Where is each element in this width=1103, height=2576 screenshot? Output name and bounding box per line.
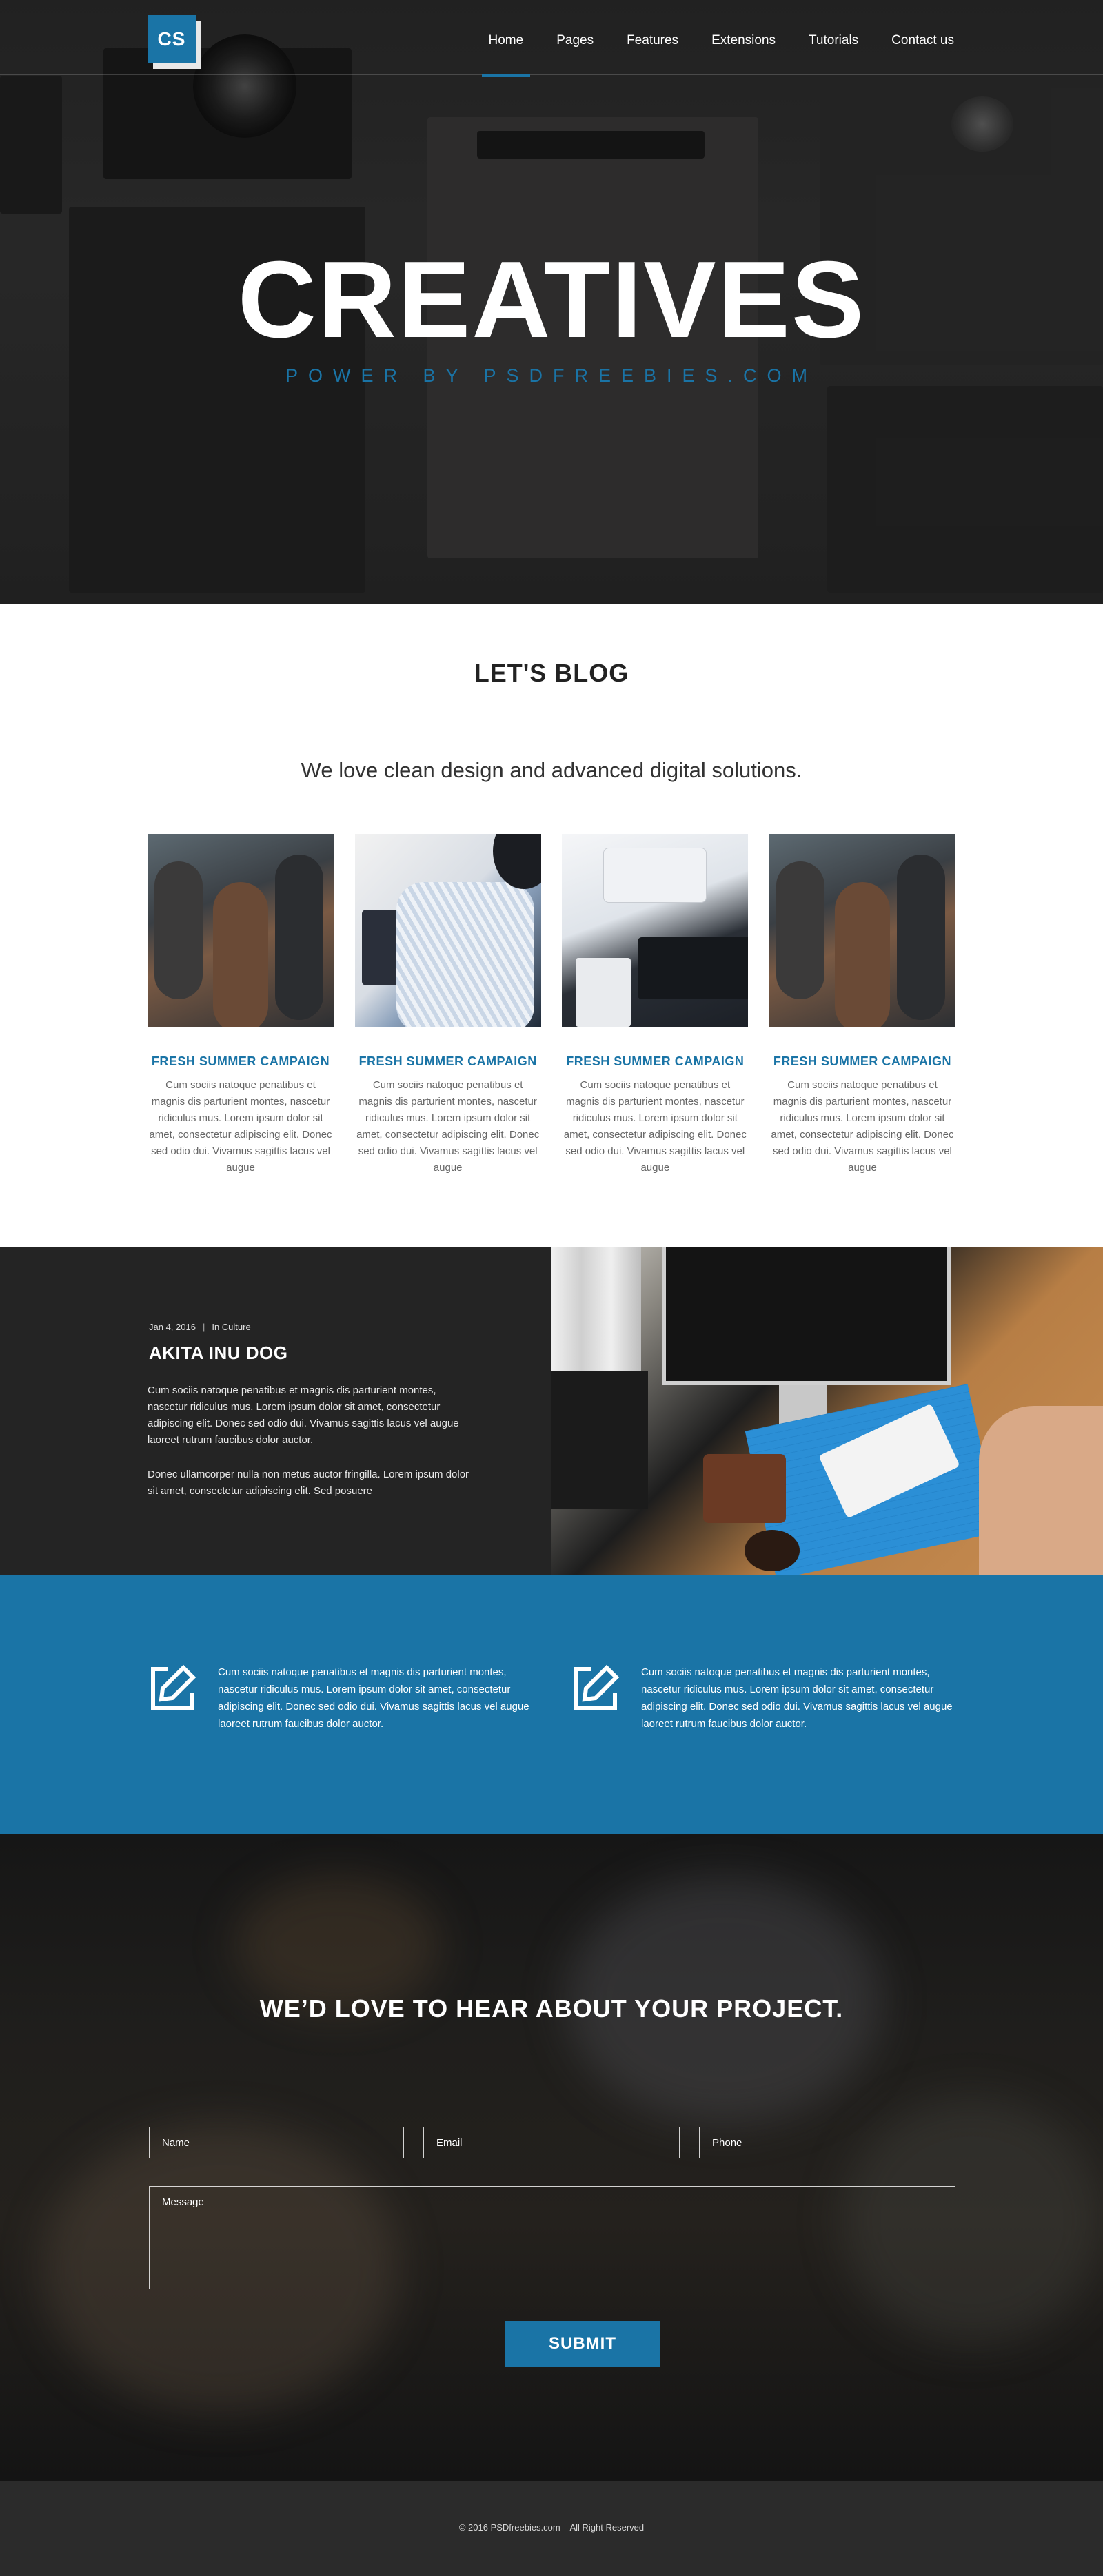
service-text: Cum sociis natoque penatibus et magnis d… [218,1666,529,1730]
site-logo[interactable]: CS [148,15,196,63]
post-date: Jan 4, 2016 [149,1322,196,1332]
card-text: Cum sociis natoque penatibus et magnis d… [771,1079,954,1174]
photo-person [213,882,268,1027]
photo-curtain [552,1247,641,1371]
services-band: Cum sociis natoque penatibus et magnis d… [0,1575,1103,1834]
workspace-photo [552,1247,1103,1575]
service-item: Cum sociis natoque penatibus et magnis d… [571,1664,958,1732]
post-title[interactable]: AKITA INU DOG [149,1342,288,1364]
card-text: Cum sociis natoque penatibus et magnis d… [563,1079,747,1174]
service-item: Cum sociis natoque penatibus et magnis d… [148,1664,535,1732]
photo-hand [979,1406,1103,1575]
phone-field[interactable] [699,2127,955,2158]
blog-tagline: We love clean design and advanced digita… [301,758,802,782]
photo-keyboard [603,848,707,903]
team-photo[interactable] [148,834,334,1027]
meta-separator: | [202,1322,205,1332]
photo-mug [745,1530,800,1571]
edit-icon [574,1664,620,1710]
hero-title: CREATIVES [237,239,866,360]
card-text: Cum sociis natoque penatibus et magnis d… [356,1079,540,1174]
service-text: Cum sociis natoque penatibus et magnis d… [641,1666,953,1730]
photo-black-keyboard [638,937,749,999]
photo-head [492,834,541,889]
photo-shirt [396,882,534,1027]
feature-section: Jan 4, 2016 | In Culture AKITA INU DOG Cum… [0,1247,1103,1575]
message-field[interactable] [149,2186,955,2289]
photo-notebook [703,1454,786,1523]
main-nav: Home Pages Features Extensions Tutorials… [456,25,954,77]
photo-person [275,855,323,1020]
photo-person [834,882,890,1027]
contact-title: WE’D LOVE TO HEAR ABOUT YOUR PROJECT. [259,1994,844,2023]
card-text: Cum sociis natoque penatibus et magnis d… [149,1079,332,1174]
blog-card[interactable]: FRESH SUMMER CAMPAIGN Cum sociis natoque… [562,834,749,1176]
tablet-photo[interactable] [354,834,541,1027]
card-title[interactable]: FRESH SUMMER CAMPAIGN [562,1054,748,1069]
blog-title: LET'S BLOG [474,659,629,687]
post-paragraph: Cum sociis natoque penatibus et magnis d… [148,1384,459,1446]
contact-section: WE’D LOVE TO HEAR ABOUT YOUR PROJECT. SU… [0,1834,1103,2481]
post-meta: Jan 4, 2016 | In Culture [149,1322,251,1332]
photo-monitor [662,1247,951,1385]
copyright-text: © 2016 PSDfreebies.com – All Right Reser… [458,2522,645,2533]
blog-card[interactable]: FRESH SUMMER CAMPAIGN Cum sociis natoque… [354,834,541,1176]
nav-divider [0,74,1103,75]
post-category[interactable]: In Culture [212,1322,250,1332]
hero-section: CS Home Pages Features Extensions Tutori… [0,0,1103,604]
card-title[interactable]: FRESH SUMMER CAMPAIGN [769,1054,955,1069]
edit-icon [151,1664,196,1710]
name-field[interactable] [149,2127,404,2158]
nav-contact[interactable]: Contact us [891,25,954,57]
team-photo[interactable] [769,834,955,1027]
photo-person [154,861,203,999]
email-field[interactable] [423,2127,680,2158]
card-title[interactable]: FRESH SUMMER CAMPAIGN [355,1054,541,1069]
photo-printer [552,1371,648,1509]
nav-features[interactable]: Features [627,25,678,57]
blog-card[interactable]: FRESH SUMMER CAMPAIGN Cum sociis natoque… [148,834,334,1176]
nav-extensions[interactable]: Extensions [711,25,776,57]
blog-card[interactable]: FRESH SUMMER CAMPAIGN Cum sociis natoque… [769,834,955,1176]
keyboard-photo[interactable] [562,834,749,1027]
submit-button[interactable]: SUBMIT [505,2321,660,2367]
post-paragraph: Donec ullamcorper nulla non metus auctor… [148,1469,469,1497]
photo-person [776,861,824,999]
nav-pages[interactable]: Pages [556,25,594,57]
footer: © 2016 PSDfreebies.com – All Right Reser… [0,2481,1103,2576]
card-title[interactable]: FRESH SUMMER CAMPAIGN [148,1054,334,1069]
photo-person [896,855,945,1020]
blog-cards: FRESH SUMMER CAMPAIGN Cum sociis natoque… [148,834,955,1176]
bg-hand-glow [234,1876,441,2014]
nav-tutorials[interactable]: Tutorials [809,25,858,57]
hero-subtitle: POWER BY PSDFREEBIES.COM [285,365,818,386]
nav-home[interactable]: Home [481,25,530,77]
photo-device [576,958,631,1027]
